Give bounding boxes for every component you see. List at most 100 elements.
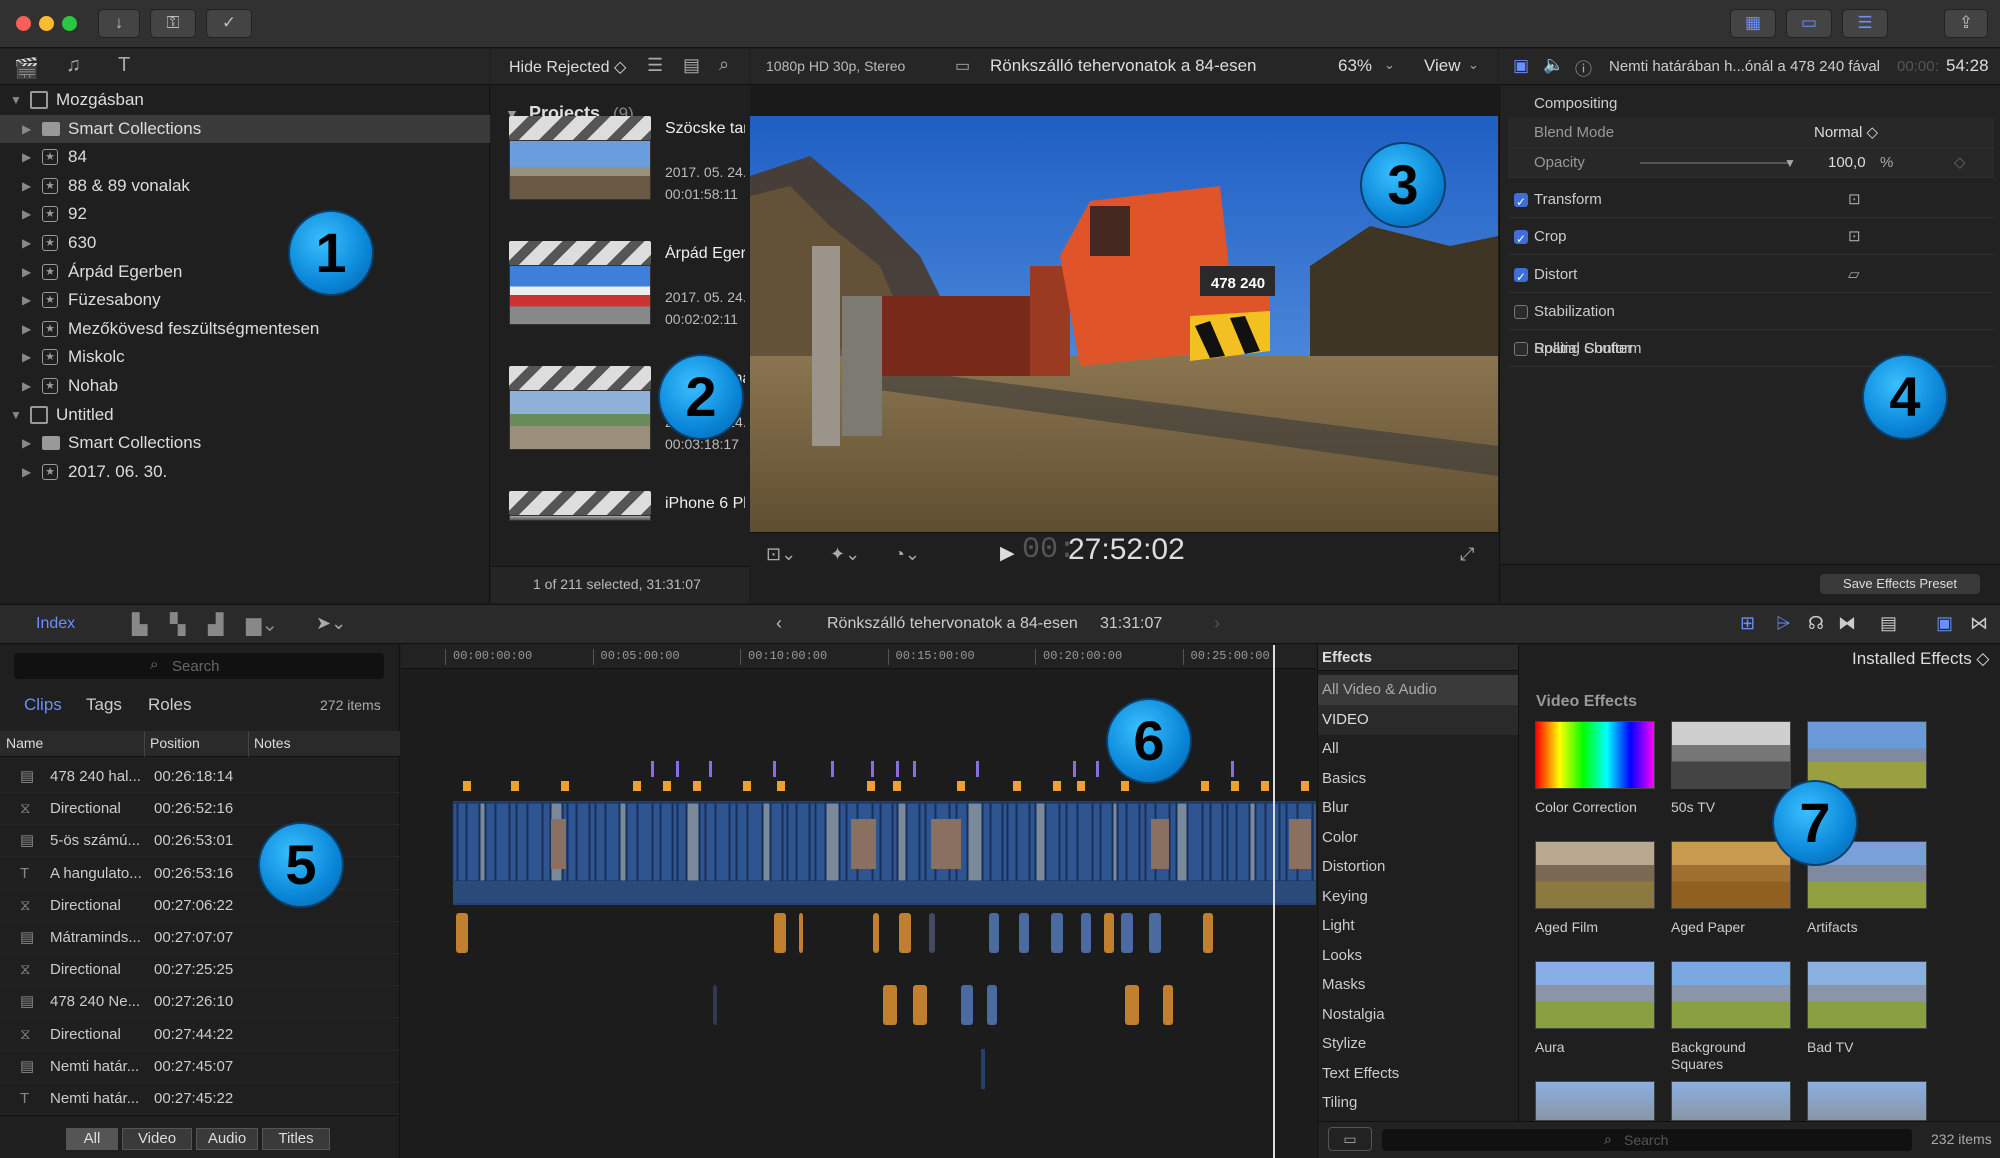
show-timeline-button[interactable]: ▭ <box>1786 9 1832 38</box>
clip[interactable] <box>1187 802 1203 882</box>
effects-category[interactable]: Looks <box>1318 941 1518 971</box>
clip[interactable] <box>672 802 678 882</box>
filmstrip-icon[interactable]: ▤ <box>683 55 700 76</box>
clip[interactable] <box>485 802 496 882</box>
clip[interactable] <box>652 802 661 882</box>
disclosure-right-icon[interactable]: ▶ <box>22 343 31 371</box>
marker-icon[interactable] <box>893 781 901 791</box>
minimize-button[interactable] <box>39 16 54 31</box>
column-name[interactable]: Name <box>6 735 43 751</box>
effects-category[interactable]: All <box>1318 734 1518 764</box>
library-item[interactable]: ▶ ★ 630 <box>0 229 490 257</box>
connected-clip[interactable] <box>989 913 999 953</box>
checkbox[interactable] <box>1514 259 1528 295</box>
disclosure-right-icon[interactable]: ▶ <box>22 229 31 257</box>
library-item[interactable]: ▶ ★ Árpád Egerben <box>0 258 490 286</box>
append-edit-icon[interactable]: ▙ <box>132 612 147 637</box>
clip[interactable] <box>892 802 898 882</box>
filter-titles[interactable]: Titles <box>262 1128 330 1150</box>
fullscreen-icon[interactable]: ⤢ <box>1460 544 1474 565</box>
clip[interactable] <box>796 802 810 882</box>
keyword-button[interactable]: ⚿ <box>150 9 196 38</box>
clip[interactable] <box>982 802 991 882</box>
project-thumbnail[interactable] <box>509 390 651 450</box>
clip[interactable] <box>1092 802 1101 882</box>
keyword-marker[interactable] <box>913 761 916 777</box>
clip[interactable] <box>880 802 893 882</box>
clip[interactable] <box>516 802 528 882</box>
connected-clip[interactable] <box>913 985 927 1025</box>
background-tasks-button[interactable]: ✓ <box>206 9 252 38</box>
clip[interactable] <box>967 802 983 882</box>
effects-category[interactable]: Light <box>1318 911 1518 941</box>
connected-clip[interactable] <box>774 913 786 953</box>
effect-thumbnail[interactable] <box>1535 721 1655 789</box>
table-row[interactable]: T Nemti határ... 00:27:45:22 <box>0 1083 400 1115</box>
clip[interactable] <box>595 802 606 882</box>
effect-thumbnail[interactable] <box>1535 1081 1655 1121</box>
clip[interactable] <box>1139 802 1146 882</box>
view-menu[interactable]: View <box>1424 56 1461 76</box>
clip[interactable] <box>770 802 783 882</box>
clip[interactable] <box>1117 802 1127 882</box>
clip[interactable] <box>990 802 1003 882</box>
clip[interactable] <box>825 802 840 882</box>
table-row[interactable]: ⧖ Directional 00:27:25:25 <box>0 954 400 987</box>
marker-icon[interactable] <box>511 781 519 791</box>
effects-search-field[interactable]: ⌕ Search <box>1382 1129 1912 1151</box>
library-item[interactable]: ▶ ★ 92 <box>0 200 490 228</box>
keyword-marker[interactable] <box>896 761 899 777</box>
connected-clip[interactable] <box>961 985 973 1025</box>
show-browser-button[interactable]: ▦ <box>1730 9 1776 38</box>
blend-mode-select[interactable]: Normal ◇ <box>1814 118 1878 148</box>
disclosure-right-icon[interactable]: ▶ <box>22 286 31 314</box>
playhead[interactable] <box>1273 645 1275 1158</box>
column-notes[interactable]: Notes <box>254 735 291 751</box>
marker-icon[interactable] <box>633 781 641 791</box>
opacity-value[interactable]: 100,0 <box>1828 148 1866 178</box>
disclosure-down-icon[interactable]: ▼ <box>10 86 22 114</box>
marker-icon[interactable] <box>1301 781 1309 791</box>
connected-clip[interactable] <box>883 985 897 1025</box>
snapping-icon[interactable]: ⧓ <box>1838 613 1856 634</box>
effects-category[interactable]: Masks <box>1318 970 1518 1000</box>
slider-handle-icon[interactable]: ▼ <box>1784 148 1796 178</box>
clip[interactable] <box>677 802 687 882</box>
effects-category[interactable]: Blur <box>1318 793 1518 823</box>
opacity-slider[interactable] <box>1640 162 1790 164</box>
keyword-marker[interactable] <box>976 761 979 777</box>
clip[interactable] <box>782 802 788 882</box>
clip[interactable] <box>715 802 730 882</box>
transform-menu-icon[interactable]: ⊡⌄ <box>766 544 796 565</box>
disclosure-right-icon[interactable]: ▶ <box>22 200 31 228</box>
info-icon[interactable]: ⓘ <box>1575 55 1592 80</box>
skimming-icon[interactable]: ⊞ <box>1740 613 1755 634</box>
insert-edit-icon[interactable]: ▚ <box>170 612 185 637</box>
disclosure-right-icon[interactable]: ▶ <box>22 172 31 200</box>
titles-icon[interactable]: T <box>118 54 130 77</box>
clip[interactable] <box>567 802 577 882</box>
audio-skimming-icon[interactable]: ⩥ <box>1776 613 1790 634</box>
filter-audio[interactable]: Audio <box>196 1128 258 1150</box>
zoom-menu[interactable]: 63% <box>1338 56 1372 76</box>
overwrite-edit-icon[interactable]: ▆⌄ <box>246 612 278 637</box>
library-item[interactable]: ▶ ★ Miskolc <box>0 343 490 371</box>
connected-clip[interactable] <box>987 985 997 1025</box>
installed-effects-menu[interactable]: Installed Effects ◇ <box>1852 649 1990 669</box>
connected-clip[interactable] <box>929 913 935 953</box>
save-effects-preset-button[interactable]: Save Effects Preset <box>1820 574 1980 594</box>
table-row[interactable]: ⧖ Directional 00:27:44:22 <box>0 1019 400 1051</box>
onscreen-control-icon[interactable]: ⊡ <box>1848 182 1861 218</box>
marker-icon[interactable] <box>1077 781 1085 791</box>
clip[interactable] <box>736 802 748 882</box>
keyword-marker[interactable] <box>676 761 679 777</box>
timeline-ruler[interactable]: 00:00:00:00 00:05:00:00 00:10:00:00 00:15:0… <box>401 645 1316 669</box>
clip[interactable] <box>1222 802 1228 882</box>
clip[interactable] <box>762 802 771 882</box>
clip[interactable] <box>705 802 716 882</box>
effect-thumbnail[interactable] <box>1671 841 1791 909</box>
clip[interactable] <box>466 802 480 882</box>
clip[interactable] <box>1007 802 1017 882</box>
clip[interactable] <box>1126 802 1140 882</box>
transitions-browser-icon[interactable]: ⋈ <box>1970 613 1988 634</box>
